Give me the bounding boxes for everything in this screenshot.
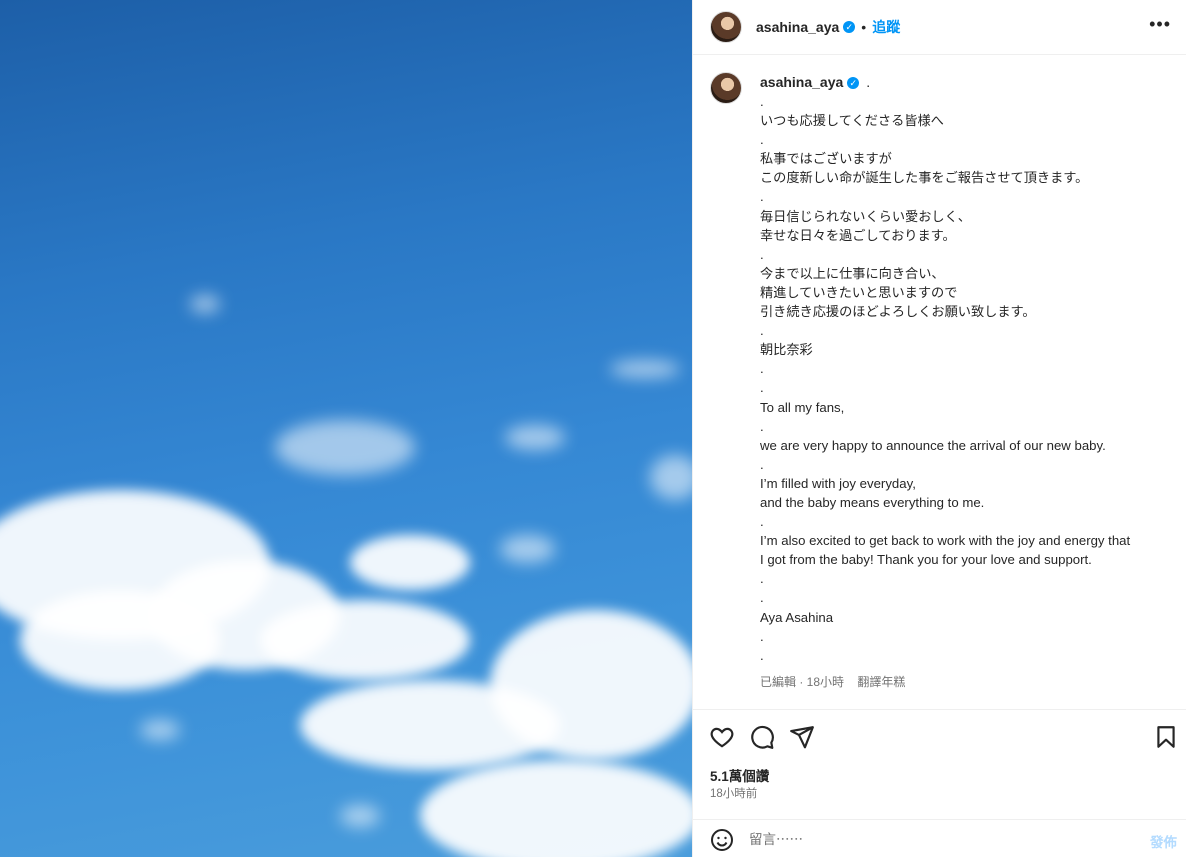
share-icon[interactable] xyxy=(789,724,815,750)
caption: asahina_aya ✓ . . いつも応援してくださる皆様へ. 私事ではございます… xyxy=(693,55,1186,692)
post-image[interactable] xyxy=(0,0,692,857)
caption-line: 朝比奈彩 xyxy=(760,342,813,358)
post-panel: asahina_aya ✓ • 追蹤 ••• asahina_aya ✓ . . い… xyxy=(692,0,1186,857)
caption-line: . xyxy=(760,647,764,663)
translate-link[interactable]: 翻譯年糕 xyxy=(857,675,905,689)
verified-badge-icon: ✓ xyxy=(843,21,856,33)
caption-line: . xyxy=(760,380,764,396)
avatar[interactable] xyxy=(710,72,742,104)
caption-line: いつも応援してくださる皆様へ xyxy=(760,113,944,129)
post-time[interactable]: 18小時前 xyxy=(710,785,757,801)
caption-line: To all my fans, xyxy=(760,399,845,415)
caption-line: I’m also excited to get back to work wit… xyxy=(760,533,1131,549)
caption-line: 精進していきたいと思いますので xyxy=(760,284,958,300)
caption-first-line: . xyxy=(866,74,871,90)
bookmark-icon[interactable] xyxy=(1153,724,1179,750)
caption-line: . xyxy=(760,418,764,434)
comment-icon[interactable] xyxy=(749,724,775,750)
caption-line: この度新しい命が誕生した事をご報告させて頂きます。 xyxy=(760,170,1089,186)
cloud xyxy=(140,720,180,740)
caption-line: . xyxy=(760,514,764,530)
cloud xyxy=(505,425,565,450)
cloud xyxy=(500,535,555,563)
caption-line: . xyxy=(760,628,764,644)
more-icon[interactable]: ••• xyxy=(1149,14,1171,35)
caption-scroll-area[interactable]: asahina_aya ✓ . . いつも応援してくださる皆様へ. 私事ではございます… xyxy=(693,55,1186,709)
caption-line: . xyxy=(760,323,764,339)
caption-line: . xyxy=(760,94,764,109)
comment-bar: 發佈 xyxy=(693,819,1186,857)
edited-time: 已編輯 · 18小時 xyxy=(760,674,845,689)
heart-icon[interactable] xyxy=(709,724,735,750)
follow-button[interactable]: 追蹤 xyxy=(872,17,900,37)
comment-input[interactable] xyxy=(749,830,1119,848)
cloud xyxy=(260,600,470,680)
post-header: asahina_aya ✓ • 追蹤 ••• xyxy=(693,0,1186,55)
caption-line: 引き続き応援のほどよろしくお願い致します。 xyxy=(760,304,1036,320)
caption-line: . xyxy=(760,361,764,377)
caption-line: and the baby means everything to me. xyxy=(760,494,985,510)
caption-line: 今まで以上に仕事に向き合い、 xyxy=(760,265,945,281)
cloud xyxy=(350,535,470,590)
emoji-icon[interactable] xyxy=(710,828,734,852)
caption-line: I got from the baby! Thank you for your … xyxy=(760,552,1092,568)
caption-line: 毎日信じられないくらい愛おしく、 xyxy=(760,208,971,224)
cloud xyxy=(420,760,692,857)
caption-line: Aya Asahina xyxy=(760,609,834,625)
post-comment-button[interactable]: 發佈 xyxy=(1150,831,1177,851)
caption-meta: 已編輯 · 18小時 翻譯年糕 xyxy=(760,673,1171,692)
caption-line: . xyxy=(760,189,764,205)
caption-line: 私事ではございますが xyxy=(760,151,892,167)
caption-line: . xyxy=(760,571,764,587)
action-bar xyxy=(693,709,1186,763)
avatar[interactable] xyxy=(710,11,742,43)
verified-badge-icon: ✓ xyxy=(847,77,860,90)
caption-username-link[interactable]: asahina_aya xyxy=(760,74,843,90)
cloud xyxy=(275,420,415,475)
caption-line: 幸せな日々を過ごしております。 xyxy=(760,227,956,243)
separator-dot: • xyxy=(861,19,867,35)
caption-line: . xyxy=(760,132,764,148)
like-count[interactable]: 5.1萬個讚 xyxy=(710,765,769,785)
cloud xyxy=(610,360,680,378)
caption-line: . xyxy=(760,456,764,472)
cloud xyxy=(340,805,380,827)
caption-line: I’m filled with joy everyday, xyxy=(760,475,916,491)
caption-line: we are very happy to announce the arriva… xyxy=(760,437,1106,453)
cloud xyxy=(20,590,220,690)
cloud xyxy=(650,455,692,500)
caption-line: . xyxy=(760,246,764,262)
cloud xyxy=(490,610,692,760)
username-link[interactable]: asahina_aya xyxy=(756,19,839,35)
caption-line: . xyxy=(760,590,764,606)
caption-text: . いつも応援してくださる皆様へ. 私事ではございますがこの度新しい命が誕生した事を… xyxy=(760,92,1171,665)
cloud xyxy=(190,295,220,313)
